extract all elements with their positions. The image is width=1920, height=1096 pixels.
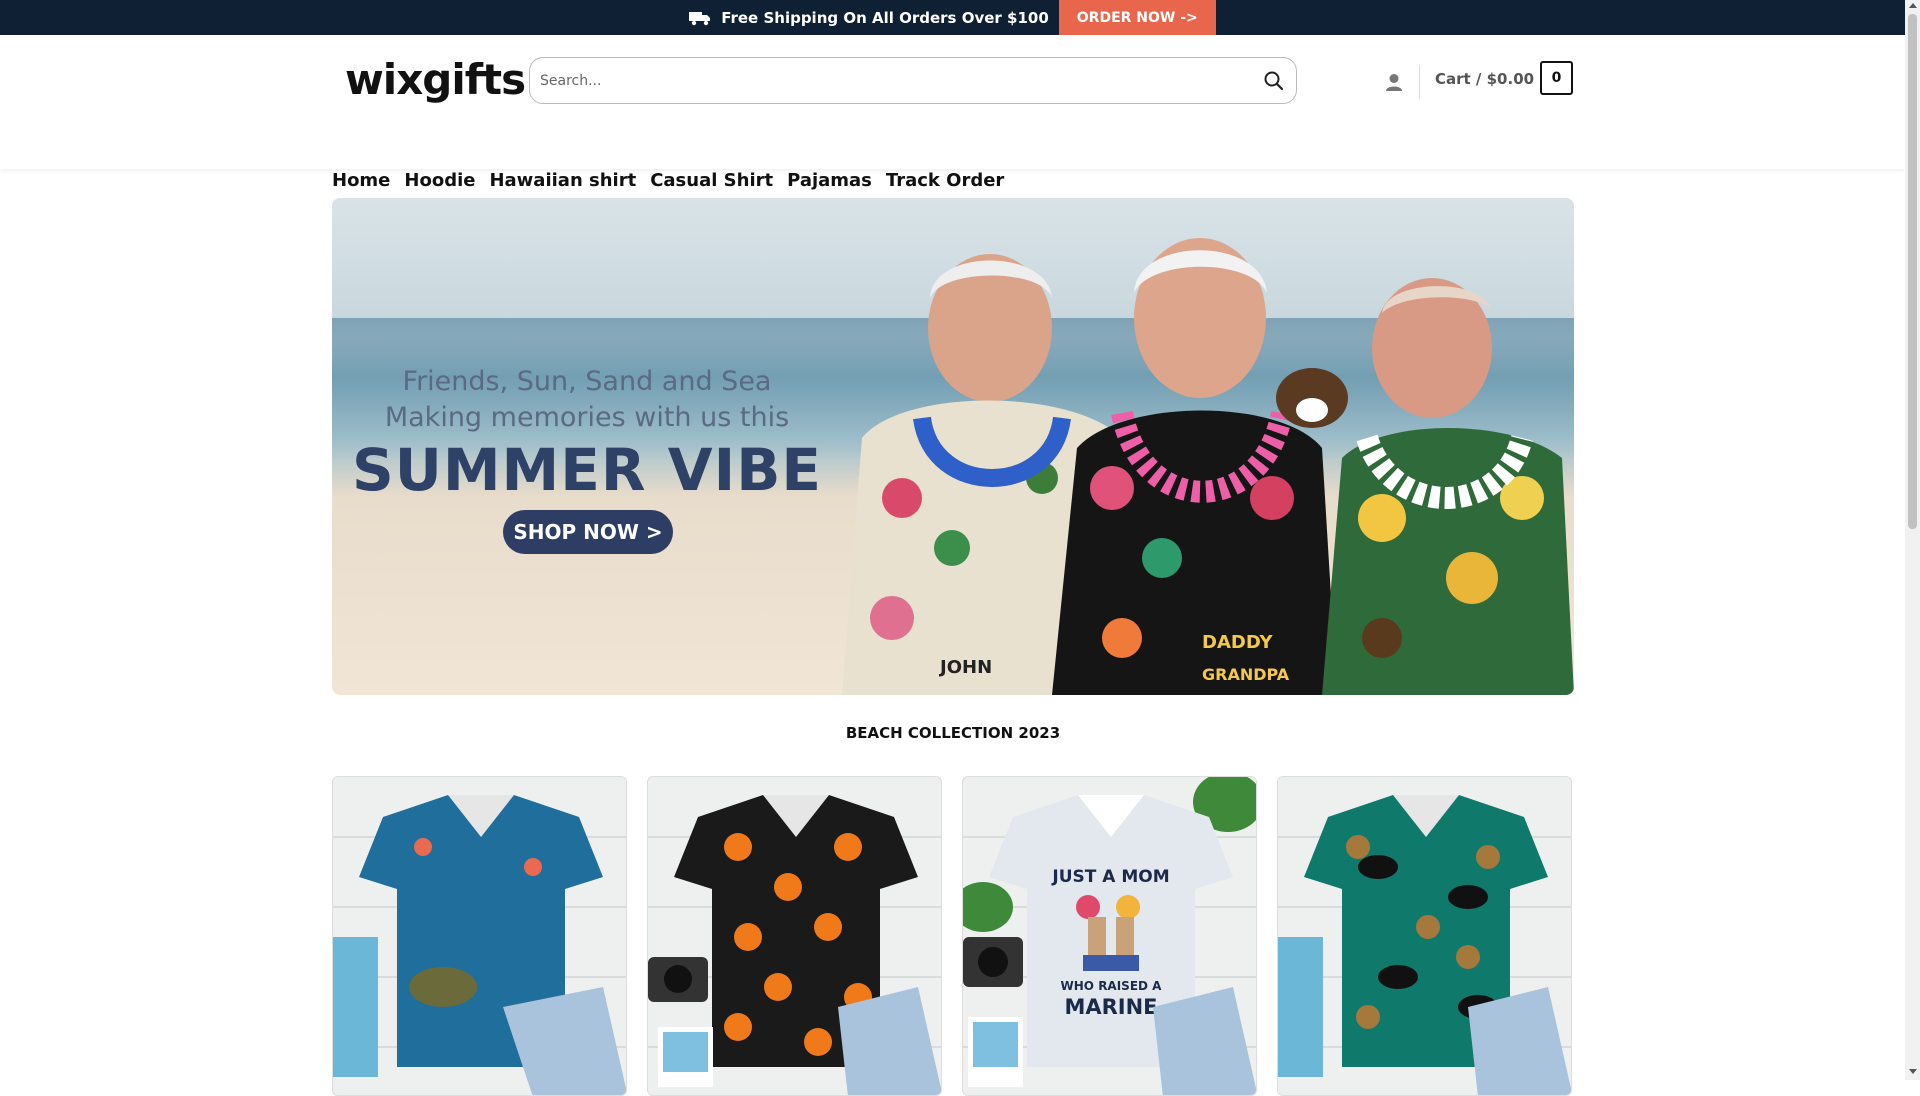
shirt-text-daddy: DADDY (1202, 632, 1273, 653)
scrollbar-thumb[interactable] (1908, 14, 1917, 529)
main-nav: Home Hoodie Hawaiian shirt Casual Shirt … (332, 170, 1004, 191)
nav-item-home[interactable]: Home (332, 170, 390, 191)
product-card-frog-shirt[interactable] (332, 776, 627, 1096)
shipping-text: Free Shipping On All Orders Over $100 (721, 8, 1049, 27)
product-card-pumpkin-shirt[interactable] (647, 776, 942, 1096)
shirt-text-john: JOHN (938, 657, 992, 678)
mom-shirt-text-top: JUST A MOM (1051, 867, 1169, 887)
truck-icon (689, 11, 711, 25)
site-logo[interactable]: wixgifts (345, 55, 526, 104)
product-grid: JUST A MOM WHO RAISED A MARINE (332, 776, 1574, 1096)
product-card-cat-shirt[interactable] (1277, 776, 1572, 1096)
shop-now-button[interactable]: SHOP NOW > (503, 510, 673, 554)
announcement-bar: Free Shipping On All Orders Over $100 OR… (0, 0, 1905, 35)
user-icon[interactable] (1384, 72, 1404, 92)
collection-title: BEACH COLLECTION 2023 (845, 724, 1061, 742)
banner-headline: SUMMER VIBE (351, 436, 823, 504)
nav-item-hawaiian-shirt[interactable]: Hawaiian shirt (489, 170, 636, 191)
banner-people-image: JOHN DADDY GRANDPA (842, 238, 1574, 695)
search-input[interactable] (540, 68, 1240, 94)
nav-item-pajamas[interactable]: Pajamas (787, 170, 872, 191)
mom-shirt-text-bot: MARINE (1064, 995, 1157, 1019)
cart-count-badge[interactable]: 0 (1540, 61, 1573, 95)
nav-item-hoodie[interactable]: Hoodie (404, 170, 475, 191)
page-scrollbar[interactable] (1905, 0, 1920, 1080)
hero-banner[interactable]: Friends, Sun, Sand and Sea Making memori… (332, 198, 1574, 695)
shirt-text-grandpa: GRANDPA (1202, 665, 1290, 684)
site-header: wixgifts Cart / $0.00 0 Home Hoodie Hawa… (0, 35, 1905, 191)
cart-label: Cart / $0.00 (1435, 70, 1535, 88)
scroll-down-icon[interactable] (1909, 1069, 1917, 1074)
banner-line-2: Making memories with us this (384, 402, 790, 433)
search-box (529, 57, 1297, 104)
nav-item-track-order[interactable]: Track Order (886, 170, 1004, 191)
product-image-cat-shirt[interactable] (1278, 777, 1572, 1096)
nav-item-casual-shirt[interactable]: Casual Shirt (650, 170, 773, 191)
product-image-pumpkin-shirt[interactable] (648, 777, 942, 1096)
product-image-frog-shirt[interactable] (333, 777, 627, 1096)
header-divider (1419, 65, 1420, 99)
product-card-mom-marine-shirt[interactable]: JUST A MOM WHO RAISED A MARINE (962, 776, 1257, 1096)
order-now-button[interactable]: ORDER NOW -> (1058, 0, 1216, 35)
search-icon[interactable] (1262, 69, 1286, 93)
product-image-mom-marine-shirt[interactable]: JUST A MOM WHO RAISED A MARINE (963, 777, 1257, 1096)
mom-shirt-text-mid: WHO RAISED A (1061, 979, 1163, 993)
cart-link[interactable]: Cart / $0.00 (1435, 70, 1534, 88)
scroll-up-icon[interactable] (1909, 3, 1917, 8)
banner-line-1: Friends, Sun, Sand and Sea (402, 366, 772, 397)
